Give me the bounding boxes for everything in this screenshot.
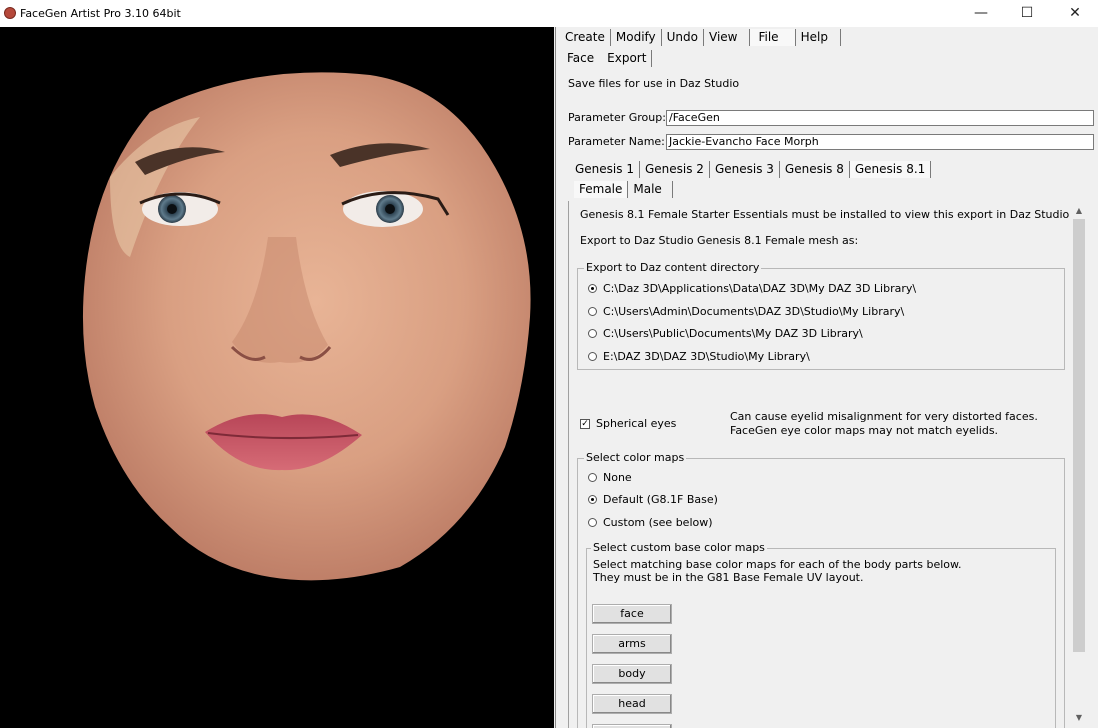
arms-map-button[interactable]: arms xyxy=(592,634,672,654)
color-map-default-radio[interactable]: Default (G8.1F Base) xyxy=(588,493,718,506)
gender-tabs: Female Male xyxy=(574,181,673,198)
radio-selected-icon xyxy=(588,495,597,504)
app-icon xyxy=(4,7,16,19)
face-map-button[interactable]: face xyxy=(592,604,672,624)
scroll-up-icon[interactable]: ▲ xyxy=(1071,203,1087,219)
content-dir-option-4[interactable]: E:\DAZ 3D\DAZ 3D\Studio\My Library\ xyxy=(588,350,810,363)
body-map-button[interactable]: body xyxy=(592,664,672,684)
color-maps-group: Select color maps None Default (G8.1F Ba… xyxy=(577,451,1065,728)
export-panel: Create Modify Undo View File Help Face E… xyxy=(555,27,1098,728)
tab-male[interactable]: Male xyxy=(628,181,673,198)
title-bar: FaceGen Artist Pro 3.10 64bit — ☐ ✕ xyxy=(0,0,1098,27)
content-directory-group: Export to Daz content directory C:\Daz 3… xyxy=(577,261,1065,370)
spherical-eyes-checkbox[interactable]: ✓ Spherical eyes xyxy=(580,417,676,430)
color-map-none-radio[interactable]: None xyxy=(588,471,632,484)
tab-create[interactable]: Create xyxy=(560,29,611,46)
radio-icon xyxy=(588,352,597,361)
scroll-thumb[interactable] xyxy=(1073,219,1085,652)
tab-view[interactable]: View xyxy=(704,29,751,46)
radio-icon xyxy=(588,518,597,527)
maximize-button[interactable]: ☐ xyxy=(1004,0,1050,27)
radio-icon xyxy=(588,473,597,482)
panel-description: Save files for use in Daz Studio xyxy=(568,77,740,90)
tab-help[interactable]: Help xyxy=(796,29,841,46)
export-as-label: Export to Daz Studio Genesis 8.1 Female … xyxy=(580,234,859,247)
content-dir-option-1[interactable]: C:\Daz 3D\Applications\Data\DAZ 3D\My DA… xyxy=(588,282,916,295)
color-maps-title: Select color maps xyxy=(584,451,687,464)
genesis-tabs: Genesis 1 Genesis 2 Genesis 3 Genesis 8 … xyxy=(570,161,932,178)
tab-export[interactable]: Export xyxy=(602,50,653,67)
legs-map-button[interactable]: legs xyxy=(592,724,672,728)
checkmark-icon: ✓ xyxy=(580,418,590,429)
genesis-81-female-pane: Genesis 8.1 Female Starter Essentials mu… xyxy=(568,201,1087,728)
tab-genesis-8-1[interactable]: Genesis 8.1 xyxy=(849,161,932,178)
close-button[interactable]: ✕ xyxy=(1052,0,1098,27)
parameter-name-input[interactable]: Jackie-Evancho Face Morph xyxy=(666,134,1094,150)
face-render xyxy=(82,72,531,581)
head-map-button[interactable]: head xyxy=(592,694,672,714)
tab-modify[interactable]: Modify xyxy=(611,29,662,46)
scroll-down-icon[interactable]: ▼ xyxy=(1071,710,1087,726)
custom-maps-instruction-1: Select matching base color maps for each… xyxy=(593,558,962,571)
custom-maps-group: Select custom base color maps Select mat… xyxy=(586,541,1056,728)
color-map-custom-radio[interactable]: Custom (see below) xyxy=(588,516,713,529)
content-dir-option-2[interactable]: C:\Users\Admin\Documents\DAZ 3D\Studio\M… xyxy=(588,305,904,318)
radio-selected-icon xyxy=(588,284,597,293)
parameter-name-label: Parameter Name: xyxy=(568,135,665,148)
spherical-eyes-note-2: FaceGen eye color maps may not match eye… xyxy=(730,424,999,437)
tab-file[interactable]: File xyxy=(750,29,796,46)
custom-maps-instruction-2: They must be in the G81 Base Female UV l… xyxy=(593,571,864,584)
tab-undo[interactable]: Undo xyxy=(662,29,704,46)
tab-female[interactable]: Female xyxy=(574,181,629,198)
tab-face[interactable]: Face xyxy=(562,50,602,67)
radio-icon xyxy=(588,329,597,338)
content-dir-option-3[interactable]: C:\Users\Public\Documents\My DAZ 3D Libr… xyxy=(588,327,863,340)
tab-genesis-3[interactable]: Genesis 3 xyxy=(710,161,780,178)
spherical-eyes-note-1: Can cause eyelid misalignment for very d… xyxy=(730,410,1038,423)
vertical-scrollbar[interactable]: ▲ ▼ xyxy=(1071,201,1087,728)
menu-tabs: Create Modify Undo View File Help xyxy=(560,29,841,46)
parameter-group-input[interactable]: /FaceGen xyxy=(666,110,1094,126)
3d-viewport[interactable] xyxy=(0,27,554,728)
content-directory-title: Export to Daz content directory xyxy=(584,261,762,274)
install-notice: Genesis 8.1 Female Starter Essentials mu… xyxy=(580,208,1070,221)
sub-tabs: Face Export xyxy=(562,50,653,67)
tab-genesis-8[interactable]: Genesis 8 xyxy=(780,161,850,178)
window-title: FaceGen Artist Pro 3.10 64bit xyxy=(20,7,181,20)
custom-maps-title: Select custom base color maps xyxy=(591,541,767,554)
minimize-button[interactable]: — xyxy=(958,0,1004,27)
radio-icon xyxy=(588,307,597,316)
tab-genesis-1[interactable]: Genesis 1 xyxy=(570,161,640,178)
tab-genesis-2[interactable]: Genesis 2 xyxy=(640,161,710,178)
parameter-group-label: Parameter Group: xyxy=(568,111,666,124)
